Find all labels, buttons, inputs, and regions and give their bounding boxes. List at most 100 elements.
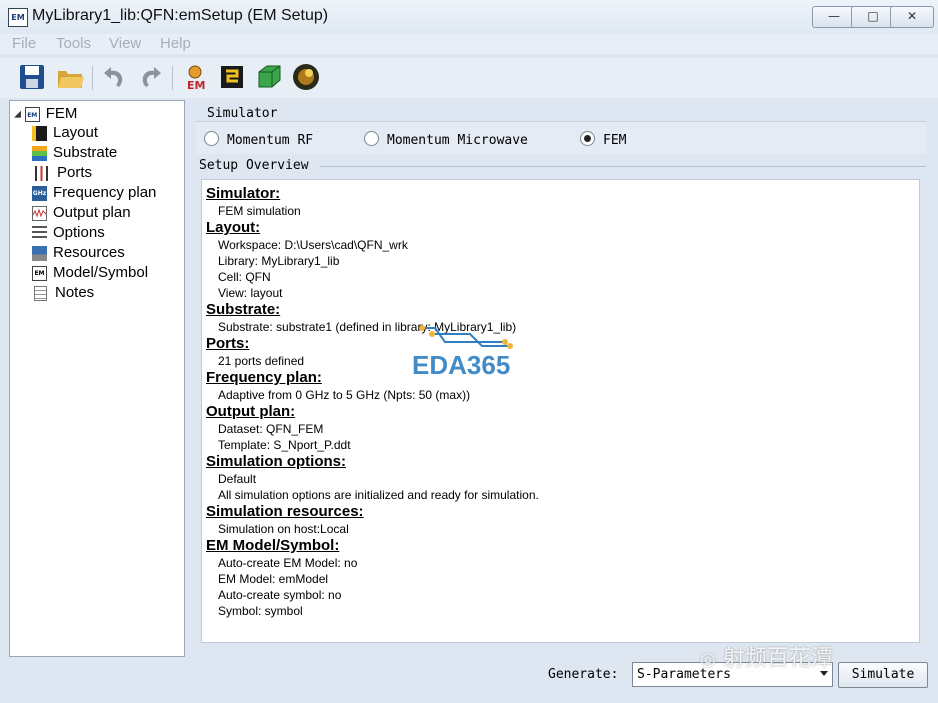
tree-item-output-plan[interactable]: Output plan: [32, 204, 131, 222]
port-icon: [35, 165, 48, 181]
tree-item-notes[interactable]: Notes: [32, 284, 94, 302]
layout-icon: [32, 125, 47, 141]
section-heading: Simulation resources:: [206, 503, 364, 520]
setup-overview-label: Setup Overview: [199, 158, 309, 173]
tree-item-substrate[interactable]: Substrate: [32, 144, 117, 162]
substrate-icon: [32, 145, 47, 161]
ghz-icon: GHz: [32, 185, 47, 201]
momentum-viewer-icon[interactable]: [291, 62, 321, 92]
section-heading: Ports:: [206, 335, 250, 352]
tree-item-label: Resources: [53, 244, 125, 261]
tree-item-label: Model/Symbol: [53, 264, 149, 281]
wechat-watermark: ◎ 射频百花潭: [700, 640, 833, 672]
overview-line: View: layout: [218, 286, 283, 300]
computer-icon: [32, 245, 47, 261]
radio-label: Momentum RF: [227, 133, 314, 148]
overview-line: Template: S_Nport_P.ddt: [218, 438, 351, 452]
navigation-tree: ◢ EM FEM Layout Substrate Ports GHz Freque…: [9, 100, 185, 657]
close-button[interactable]: ✕: [890, 6, 934, 28]
overview-line: Dataset: QFN_FEM: [218, 422, 324, 436]
overview-line: Adaptive from 0 GHz to 5 GHz (Npts: 50 (…: [218, 388, 471, 402]
section-heading: Simulation options:: [206, 453, 346, 470]
3d-view-icon[interactable]: [254, 62, 284, 92]
radio-momentum-microwave[interactable]: Momentum Microwave: [364, 131, 528, 148]
section-heading: EM Model/Symbol:: [206, 537, 340, 554]
minimize-button[interactable]: —: [812, 6, 856, 28]
generate-label: Generate:: [548, 667, 619, 682]
tree-root-label: FEM: [45, 105, 78, 122]
radio-circle[interactable]: [364, 131, 379, 146]
overview-line: 21 ports defined: [218, 354, 305, 368]
tree-item-label: Ports: [57, 164, 93, 181]
simulator-group-label: Simulator: [207, 106, 278, 121]
overview-line: Auto-create symbol: no: [218, 588, 342, 602]
overview-line: Auto-create EM Model: no: [218, 556, 358, 570]
undo-icon[interactable]: [99, 62, 129, 92]
options-list-icon: [32, 225, 47, 241]
menu-view[interactable]: View: [109, 35, 141, 52]
overview-line: Default: [218, 472, 257, 486]
save-icon[interactable]: [17, 62, 47, 92]
notes-icon: [34, 285, 47, 301]
radio-label: FEM: [603, 133, 627, 148]
setup-overview-panel: Simulator: FEM simulation Layout: Worksp…: [201, 179, 920, 643]
radio-circle-selected[interactable]: [580, 131, 595, 146]
em-icon[interactable]: EM: [180, 62, 210, 92]
em-setup-icon: EM: [24, 107, 40, 122]
radio-fem[interactable]: FEM: [580, 131, 626, 148]
menu-tools[interactable]: Tools: [56, 35, 91, 52]
tree-item-label: Layout: [53, 124, 99, 141]
simulate-button[interactable]: Simulate: [838, 662, 928, 688]
wechat-watermark-text: 射频百花潭: [722, 646, 833, 671]
radio-momentum-rf[interactable]: Momentum RF: [204, 131, 313, 148]
toolbar-separator: [172, 66, 173, 90]
overview-line: Cell: QFN: [218, 270, 271, 284]
radio-circle[interactable]: [204, 131, 219, 146]
app-icon: EM: [8, 8, 28, 27]
overview-line: FEM simulation: [218, 204, 301, 218]
tree-item-frequency-plan[interactable]: GHz Frequency plan: [32, 184, 156, 202]
overview-line: All simulation options are initialized a…: [218, 488, 539, 502]
tree-item-resources[interactable]: Resources: [32, 244, 125, 262]
wechat-icon: ◎: [700, 649, 716, 670]
maximize-button[interactable]: □: [851, 6, 895, 28]
watermark-text: EDA365: [412, 350, 511, 380]
tree-item-layout[interactable]: Layout: [32, 124, 98, 142]
divider: [320, 166, 926, 167]
waveform-icon: [32, 205, 47, 221]
overview-line: Workspace: D:\Users\cad\QFN_wrk: [218, 238, 408, 252]
redo-icon[interactable]: [136, 62, 166, 92]
menu-file[interactable]: File: [12, 35, 36, 52]
section-heading: Output plan:: [206, 403, 296, 420]
collapse-triangle-icon[interactable]: ◢: [14, 110, 21, 120]
window-title: MyLibrary1_lib:QFN:emSetup (EM Setup): [32, 7, 329, 24]
tree-item-model-symbol[interactable]: EM Model/Symbol: [32, 264, 148, 282]
section-heading: Simulator:: [206, 185, 281, 202]
tree-item-label: Notes: [55, 284, 95, 301]
em-model-icon: EM: [32, 265, 47, 281]
overview-line: Simulation on host:Local: [218, 522, 349, 536]
tree-item-ports[interactable]: Ports: [32, 164, 92, 182]
tree-item-label: Frequency plan: [53, 184, 157, 201]
overview-line: Symbol: symbol: [218, 604, 303, 618]
radio-label: Momentum Microwave: [387, 133, 528, 148]
tree-item-label: Output plan: [53, 204, 131, 221]
menu-bar: File Tools View Help: [0, 34, 938, 54]
toolbar-separator: [92, 66, 93, 90]
tree-item-label: Substrate: [53, 144, 118, 161]
toolbar: EM: [0, 58, 938, 98]
section-heading: Layout:: [206, 219, 261, 236]
em-icon-label: EM: [187, 79, 205, 92]
overview-line: Library: MyLibrary1_lib: [218, 254, 340, 268]
tree-item-label: Options: [53, 224, 105, 241]
overview-line: EM Model: emModel: [218, 572, 329, 586]
menu-help[interactable]: Help: [160, 35, 191, 52]
title-bar: EM MyLibrary1_lib:QFN:emSetup (EM Setup)…: [0, 0, 938, 34]
section-heading: Frequency plan:: [206, 369, 322, 386]
open-icon[interactable]: [55, 62, 85, 92]
section-heading: Substrate:: [206, 301, 281, 318]
simulator-group: Momentum RF Momentum Microwave FEM: [196, 121, 926, 154]
tree-item-options[interactable]: Options: [32, 224, 105, 242]
tree-root-fem[interactable]: ◢ EM FEM: [14, 105, 77, 123]
layout-icon[interactable]: [217, 62, 247, 92]
